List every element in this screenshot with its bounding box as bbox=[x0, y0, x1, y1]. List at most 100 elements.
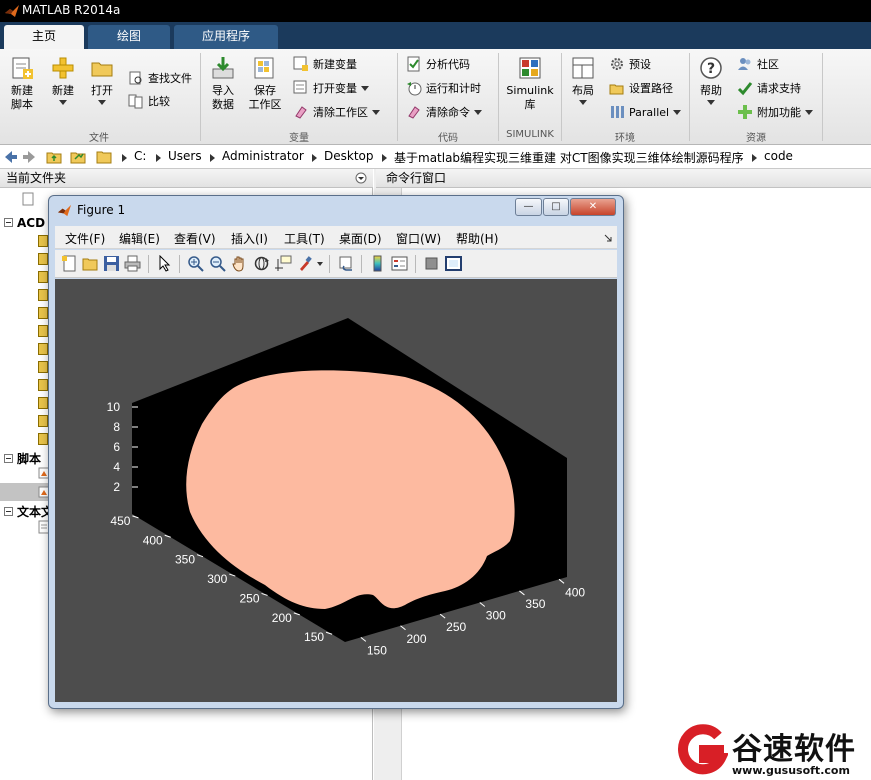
mat-file-icon[interactable] bbox=[38, 253, 48, 265]
minimize-button[interactable]: — bbox=[515, 198, 542, 216]
open-file-icon[interactable] bbox=[82, 255, 99, 272]
figure-title-bar[interactable]: Figure 1 — □ ✕ bbox=[49, 196, 623, 224]
section-header[interactable]: 脚本 bbox=[4, 450, 41, 467]
run-and-time-button[interactable]: 运行和计时 bbox=[406, 79, 481, 99]
pan-hand-icon[interactable] bbox=[231, 255, 248, 272]
folder-icon bbox=[96, 151, 112, 164]
menu-insert[interactable]: 插入(I) bbox=[231, 230, 268, 247]
print-icon[interactable] bbox=[124, 255, 141, 272]
rotate-3d-icon[interactable] bbox=[253, 255, 270, 272]
dock-arrow-icon[interactable] bbox=[603, 233, 613, 243]
brush-dropdown-icon[interactable] bbox=[317, 262, 323, 266]
forward-arrow-icon[interactable] bbox=[22, 150, 36, 164]
tab-apps[interactable]: 应用程序 bbox=[174, 25, 278, 49]
analyze-code-label: 分析代码 bbox=[426, 58, 470, 71]
plot-area[interactable]: 2 4 6 8 10 150 200 250 300 350 400 450 150 200 250 30… bbox=[55, 279, 617, 702]
mat-file-icon[interactable] bbox=[38, 361, 48, 373]
breadcrumb-project-folder[interactable]: 基于matlab编程实现三维重建 对CT图像实现三维体绘制源码程序 bbox=[394, 149, 744, 166]
mat-file-icon[interactable] bbox=[38, 415, 48, 427]
link-plot-icon[interactable] bbox=[338, 255, 355, 272]
data-cursor-icon[interactable] bbox=[275, 255, 292, 272]
ribbon: 新建 脚本 新建 打开 查找文件 比较 文件 导入 数据 保存 工作区 新建变量… bbox=[0, 49, 871, 145]
up-folder-icon[interactable] bbox=[46, 149, 62, 165]
mat-file-icon[interactable] bbox=[38, 235, 48, 247]
panel-menu-icon[interactable] bbox=[355, 172, 367, 184]
mat-file-icon[interactable] bbox=[38, 397, 48, 409]
code-group-label: 代码 bbox=[438, 133, 458, 144]
menu-window[interactable]: 窗口(W) bbox=[396, 230, 441, 247]
clear-workspace-button[interactable]: 清除工作区 bbox=[293, 103, 380, 123]
new-script-button[interactable]: 新建 脚本 bbox=[4, 55, 40, 112]
community-button[interactable]: 社区 bbox=[737, 55, 779, 75]
import-data-button[interactable]: 导入 数据 bbox=[206, 55, 240, 112]
help-button[interactable]: ? 帮助 bbox=[695, 55, 727, 105]
maximize-button[interactable]: □ bbox=[543, 198, 569, 216]
menu-tools[interactable]: 工具(T) bbox=[284, 230, 325, 247]
ribbon-separator bbox=[200, 53, 201, 141]
tab-home[interactable]: 主页 bbox=[4, 25, 84, 49]
open-button[interactable]: 打开 bbox=[86, 55, 118, 105]
mat-file-icon[interactable] bbox=[38, 289, 48, 301]
analyze-code-button[interactable]: 分析代码 bbox=[406, 55, 470, 75]
breadcrumb-users[interactable]: Users bbox=[168, 149, 202, 163]
mat-file-icon[interactable] bbox=[38, 325, 48, 337]
preferences-button[interactable]: 预设 bbox=[609, 55, 651, 75]
new-label: 新建 bbox=[52, 84, 74, 97]
x-tick-mark bbox=[439, 613, 446, 619]
open-variable-button[interactable]: 打开变量 bbox=[293, 79, 369, 99]
breadcrumb-drive[interactable]: C: bbox=[134, 149, 146, 163]
menu-edit[interactable]: 编辑(E) bbox=[119, 230, 160, 247]
add-ons-button[interactable]: 附加功能 bbox=[737, 103, 813, 123]
parallel-button[interactable]: Parallel bbox=[609, 103, 682, 123]
menu-help[interactable]: 帮助(H) bbox=[456, 230, 498, 247]
open-variable-icon bbox=[293, 80, 307, 94]
tab-plots[interactable]: 绘图 bbox=[88, 25, 170, 49]
colorbar-icon[interactable] bbox=[369, 255, 386, 272]
toolbar-separator bbox=[415, 255, 416, 273]
show-plot-tools-icon[interactable] bbox=[445, 255, 462, 272]
zoom-out-icon[interactable] bbox=[209, 255, 226, 272]
save-workspace-label: 保存 工作区 bbox=[248, 84, 282, 111]
close-button[interactable]: ✕ bbox=[570, 198, 616, 216]
set-path-button[interactable]: 设置路径 bbox=[609, 79, 673, 99]
pointer-arrow-icon[interactable] bbox=[156, 255, 173, 272]
new-variable-button[interactable]: 新建变量 bbox=[293, 55, 357, 75]
legend-icon[interactable] bbox=[391, 255, 408, 272]
new-figure-icon[interactable] bbox=[61, 255, 78, 272]
zoom-in-icon[interactable] bbox=[187, 255, 204, 272]
clear-commands-button[interactable]: 清除命令 bbox=[406, 103, 482, 123]
collapse-icon[interactable] bbox=[4, 507, 13, 516]
z-tick-label: 2 bbox=[113, 480, 120, 494]
brush-icon[interactable] bbox=[297, 255, 314, 272]
mat-file-icon[interactable] bbox=[38, 379, 48, 391]
hide-plot-tools-icon[interactable] bbox=[423, 255, 440, 272]
section-header[interactable]: ACD bbox=[4, 216, 45, 230]
save-workspace-button[interactable]: 保存 工作区 bbox=[246, 55, 284, 112]
breadcrumb-desktop[interactable]: Desktop bbox=[324, 149, 374, 163]
request-support-button[interactable]: 请求支持 bbox=[737, 79, 801, 99]
simulink-library-icon bbox=[519, 57, 541, 79]
mat-file-icon[interactable] bbox=[38, 433, 48, 445]
section-header[interactable]: 文本文 bbox=[4, 503, 53, 520]
mat-file-icon[interactable] bbox=[38, 307, 48, 319]
new-button[interactable]: 新建 bbox=[46, 55, 80, 105]
community-label: 社区 bbox=[757, 58, 779, 71]
breadcrumb-code[interactable]: code bbox=[764, 149, 793, 163]
community-icon bbox=[738, 58, 751, 70]
menu-file[interactable]: 文件(F) bbox=[65, 230, 105, 247]
surface-plot[interactable]: 2 4 6 8 10 150 200 250 300 350 400 450 150 200 250 30… bbox=[55, 279, 617, 702]
menu-view[interactable]: 查看(V) bbox=[174, 230, 216, 247]
menu-desktop[interactable]: 桌面(D) bbox=[339, 230, 382, 247]
breadcrumb-administrator[interactable]: Administrator bbox=[222, 149, 304, 163]
find-files-button[interactable]: 查找文件 bbox=[128, 69, 192, 89]
browse-folder-icon[interactable] bbox=[70, 149, 86, 165]
save-icon[interactable] bbox=[103, 255, 120, 272]
collapse-icon[interactable] bbox=[4, 454, 13, 463]
back-arrow-icon[interactable] bbox=[4, 150, 18, 164]
layout-button[interactable]: 布局 bbox=[566, 55, 600, 105]
collapse-icon[interactable] bbox=[4, 218, 13, 227]
mat-file-icon[interactable] bbox=[38, 343, 48, 355]
mat-file-icon[interactable] bbox=[38, 271, 48, 283]
compare-button[interactable]: 比较 bbox=[128, 92, 170, 112]
simulink-library-button[interactable]: Simulink 库 bbox=[504, 55, 556, 112]
